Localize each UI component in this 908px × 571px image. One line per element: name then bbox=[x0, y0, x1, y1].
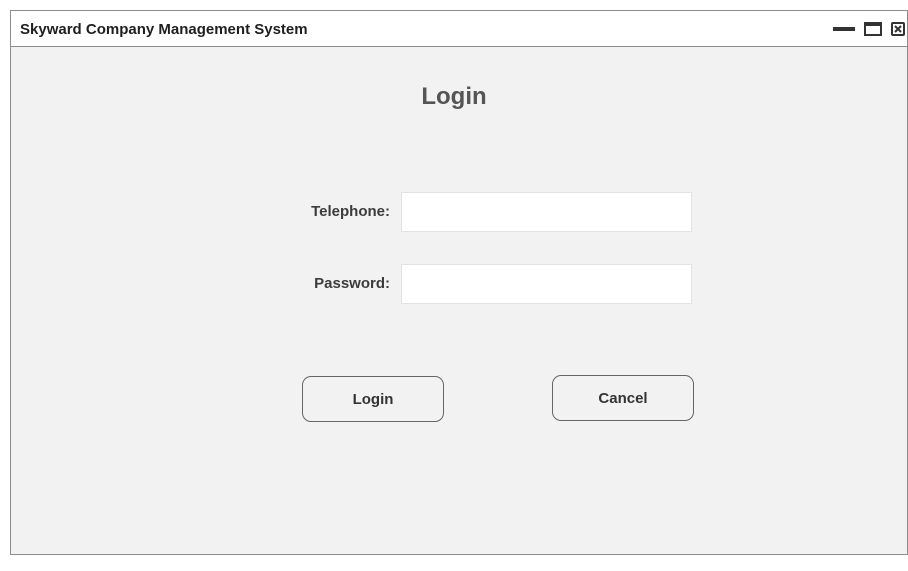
close-icon[interactable] bbox=[891, 22, 905, 36]
password-label: Password: bbox=[314, 275, 390, 292]
telephone-input[interactable] bbox=[401, 192, 692, 232]
telephone-label: Telephone: bbox=[311, 203, 390, 220]
title-bar[interactable]: Skyward Company Management System bbox=[11, 11, 907, 47]
login-button[interactable]: Login bbox=[302, 376, 444, 422]
login-heading: Login bbox=[421, 83, 487, 110]
cancel-button[interactable]: Cancel bbox=[552, 375, 694, 421]
password-input[interactable] bbox=[401, 264, 692, 304]
minimize-icon[interactable] bbox=[833, 19, 855, 39]
window-controls bbox=[833, 19, 905, 39]
maximize-icon[interactable] bbox=[864, 22, 882, 36]
window-title: Skyward Company Management System bbox=[20, 21, 308, 38]
